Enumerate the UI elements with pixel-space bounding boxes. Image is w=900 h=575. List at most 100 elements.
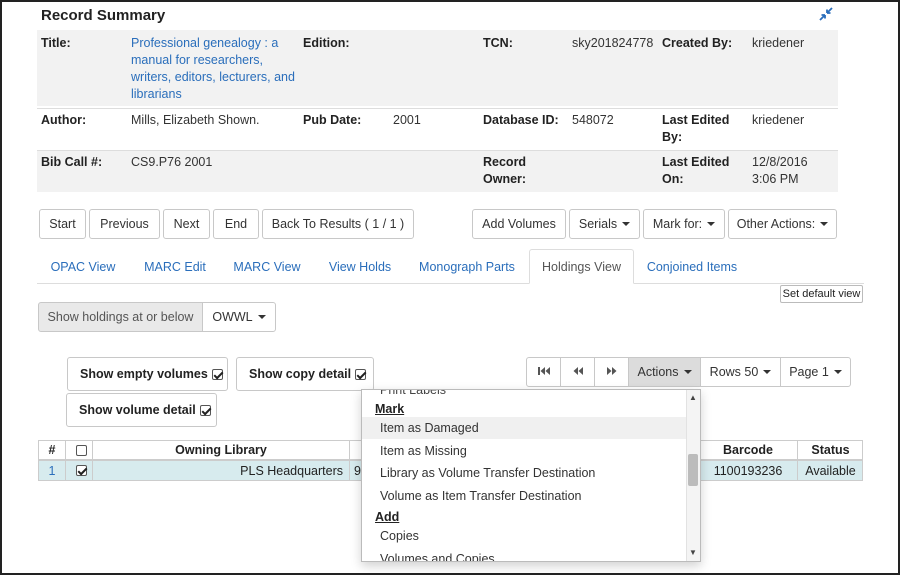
actions-dropdown-button[interactable]: Actions [628,357,701,387]
first-page-button[interactable] [526,357,561,387]
select-all-checkbox[interactable] [75,444,87,456]
menu-group-mark: Mark [375,402,405,416]
row-status: Available [805,463,856,478]
column-header-owning-library[interactable]: Owning Library [93,441,350,459]
org-selector-dropdown[interactable]: OWWL [202,302,276,332]
last-edited-by-value: kriedener [752,113,805,127]
created-by-value: kriedener [752,36,805,50]
page-dropdown[interactable]: Page 1 [780,357,851,387]
title-value[interactable]: Professional genealogy : a manual for re… [131,35,301,103]
tcn-value: sky201824778 [572,36,654,50]
created-by-label: Created By: [662,36,733,50]
next-page-button[interactable] [594,357,629,387]
tab-view-holds[interactable]: View Holds [315,249,405,284]
rows-per-page-dropdown[interactable]: Rows 50 [700,357,781,387]
title-label: Title: [41,36,71,50]
show-empty-volumes-label: Show empty volumes [80,367,208,381]
database-id-value: 548072 [572,113,614,127]
next-button[interactable]: Next [163,209,210,239]
page-label: Page 1 [789,365,829,379]
menu-item-print-labels[interactable]: Print Labels [362,390,687,401]
mark-for-label: Mark for: [652,217,703,231]
collapse-arrows-icon[interactable] [818,6,834,22]
show-copy-detail-label: Show copy detail [249,367,352,381]
summary-row-2: Author: Mills, Elizabeth Shown. Pub Date… [37,108,838,150]
serials-label: Serials [578,217,618,231]
next-page-icon [605,365,619,379]
end-button[interactable]: End [213,209,259,239]
database-id-label: Database ID: [483,113,559,127]
record-summary-heading: Record Summary [41,7,166,24]
show-volume-detail-toggle[interactable]: Show volume detail [66,393,217,427]
other-actions-label: Other Actions: [736,217,816,231]
chevron-down-icon [820,222,829,226]
author-value: Mills, Elizabeth Shown. [131,113,260,127]
menu-scrollbar-thumb[interactable] [688,454,698,486]
show-holdings-label: Show holdings at or below [38,302,203,332]
show-copy-detail-checkbox[interactable] [355,368,367,380]
row-index: 1 [39,461,66,480]
bib-call-label: Bib Call #: [41,155,103,169]
column-header-index: # [39,441,66,459]
mark-for-dropdown[interactable]: Mark for: [643,209,725,239]
column-header-status[interactable]: Status [798,441,863,459]
row-barcode: 1100193236 [698,461,798,480]
row-select-cell[interactable] [66,461,93,480]
back-to-results-button[interactable]: Back To Results ( 1 / 1 ) [262,209,414,239]
menu-item-library-volume-transfer[interactable]: Library as Volume Transfer Destination [362,462,687,484]
summary-row-3: Bib Call #: CS9.P76 2001 Record Owner: L… [37,150,838,192]
last-edited-by-label: Last Edited By: [662,113,730,144]
set-default-view-button[interactable]: Set default view [780,285,863,303]
show-empty-volumes-toggle[interactable]: Show empty volumes [67,357,228,391]
menu-item-copies[interactable]: Copies [362,525,687,547]
last-edited-on-value: 12/8/2016 3:06 PM [752,155,808,186]
menu-item-item-as-missing[interactable]: Item as Missing [362,440,687,462]
summary-row-1: Title: Professional genealogy : a manual… [37,30,838,106]
pub-date-value: 2001 [393,113,421,127]
actions-label: Actions [637,365,679,379]
menu-item-volume-item-transfer[interactable]: Volume as Item Transfer Destination [362,485,687,507]
tab-marc-view[interactable]: MARC View [221,249,313,284]
column-header-barcode[interactable]: Barcode [698,441,798,459]
bib-call-value: CS9.P76 2001 [131,155,213,169]
first-page-icon [537,365,551,379]
pub-date-label: Pub Date: [303,113,362,127]
chevron-down-icon [257,315,266,319]
serials-dropdown[interactable]: Serials [569,209,640,239]
tab-opac-view[interactable]: OPAC View [37,249,129,284]
actions-menu[interactable]: Print Labels Mark Item as Damaged Item a… [361,389,701,562]
menu-item-volumes-and-copies[interactable]: Volumes and Copies [362,548,687,561]
chevron-down-icon [622,222,631,226]
prev-page-icon [571,365,585,379]
other-actions-dropdown[interactable]: Other Actions: [728,209,837,239]
row-select-checkbox[interactable] [75,465,87,476]
start-button[interactable]: Start [39,209,86,239]
show-volume-detail-checkbox[interactable] [199,404,211,416]
tcn-label: TCN: [483,36,513,50]
tab-conjoined-items[interactable]: Conjoined Items [636,249,748,284]
add-volumes-button[interactable]: Add Volumes [472,209,566,239]
previous-button[interactable]: Previous [89,209,160,239]
author-label: Author: [41,113,87,127]
menu-item-item-as-damaged[interactable]: Item as Damaged [362,417,687,439]
tab-holdings-view[interactable]: Holdings View [529,249,634,284]
tab-monograph-parts[interactable]: Monograph Parts [407,249,527,284]
org-selector-label: OWWL [212,310,253,324]
tab-marc-edit[interactable]: MARC Edit [131,249,219,284]
row-owning-library: PLS Headquarters [93,461,350,480]
last-edited-on-label: Last Edited On: [662,155,730,186]
scroll-up-icon[interactable]: ▲ [689,394,697,402]
show-empty-volumes-checkbox[interactable] [211,368,223,380]
show-copy-detail-toggle[interactable]: Show copy detail [236,357,374,391]
menu-scrollbar[interactable]: ▲ ▼ [686,390,700,561]
show-volume-detail-label: Show volume detail [79,403,196,417]
title-link[interactable]: Professional genealogy : a manual for re… [131,36,295,101]
edition-label: Edition: [303,36,350,50]
record-owner-label: Record Owner: [483,155,527,186]
chevron-down-icon [763,370,772,374]
scroll-down-icon[interactable]: ▼ [689,549,697,557]
select-all-cell[interactable] [66,441,93,459]
menu-group-add: Add [375,510,400,524]
rows-per-page-label: Rows 50 [709,365,759,379]
prev-page-button[interactable] [560,357,595,387]
